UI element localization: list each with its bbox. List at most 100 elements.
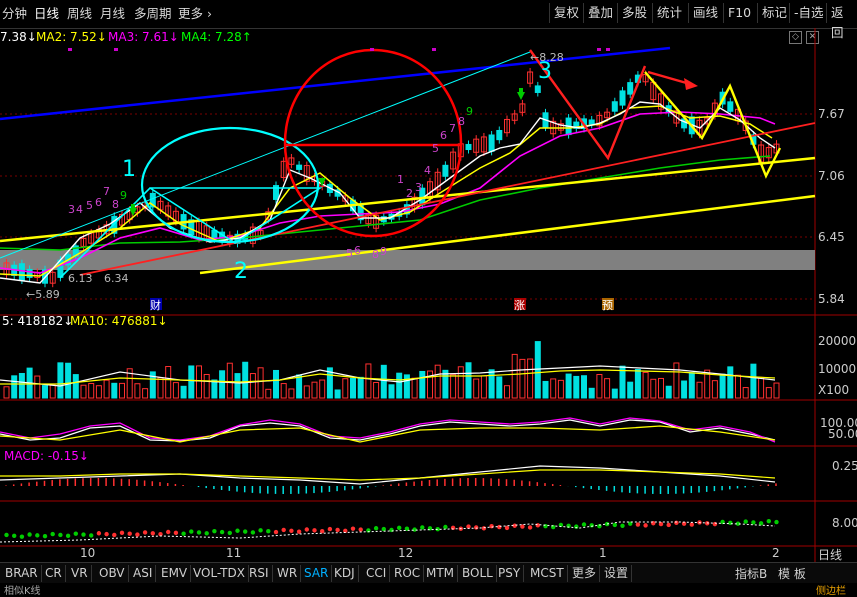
- multi-stock-button[interactable]: 多股: [617, 3, 651, 23]
- tab-roc[interactable]: ROC: [391, 565, 425, 582]
- similar-kline-label[interactable]: 相似K线: [4, 582, 41, 597]
- volume-bar: [334, 389, 341, 399]
- svg-text:3: 3: [68, 203, 75, 216]
- indicator-b-button[interactable]: 指标B: [735, 565, 767, 582]
- marker-cai: 财: [150, 298, 161, 312]
- tab-obv[interactable]: OBV: [96, 565, 129, 582]
- sar-dot: [112, 532, 117, 538]
- tab-vr[interactable]: VR: [68, 565, 92, 582]
- template-button[interactable]: 模 板: [778, 565, 806, 582]
- volume-bar: [527, 358, 534, 399]
- svg-text:4: 4: [424, 164, 431, 177]
- svg-text:4: 4: [76, 203, 83, 216]
- volume-bar: [765, 387, 772, 399]
- watchlist-button[interactable]: -自选: [789, 3, 828, 23]
- sar-dot: [219, 529, 225, 535]
- svg-text:8: 8: [112, 198, 119, 211]
- period-minute[interactable]: 分钟: [2, 5, 27, 23]
- period-month[interactable]: 月线: [100, 5, 125, 23]
- volume-bar: [496, 376, 503, 399]
- overlay-button[interactable]: 叠加: [583, 3, 617, 23]
- mark-button[interactable]: 标记: [757, 3, 791, 23]
- candle: [588, 115, 595, 129]
- date-tick-dec: 12: [398, 546, 414, 560]
- tab-cci[interactable]: CCI: [363, 565, 391, 582]
- sar-dot: [658, 521, 664, 527]
- back-button[interactable]: 返回: [826, 3, 857, 40]
- tab-cr[interactable]: CR: [42, 565, 66, 582]
- candle: [627, 78, 634, 99]
- sar-dot: [104, 531, 109, 537]
- period-multi[interactable]: 多周期: [134, 5, 172, 23]
- volume-bar: [196, 365, 202, 399]
- adjust-button[interactable]: 复权: [549, 3, 583, 23]
- tab-asi[interactable]: ASI: [130, 565, 157, 582]
- volume-bar: [42, 385, 48, 399]
- sar-dot: [89, 533, 94, 538]
- day-line-button[interactable]: 日线: [818, 546, 842, 563]
- date-tick-nov: 11: [226, 546, 242, 560]
- volume-bar: [219, 370, 226, 399]
- tab-wr[interactable]: WR: [274, 565, 302, 582]
- volume-bar: [303, 385, 310, 399]
- macd-dea-line: [0, 469, 776, 481]
- volume-bar: [627, 381, 634, 399]
- sar-dot: [589, 523, 594, 528]
- sar-dot: [19, 534, 25, 539]
- sar-dot: [766, 518, 771, 524]
- statistics-button[interactable]: 统计: [652, 3, 686, 23]
- sar-dot: [173, 530, 179, 536]
- sar-dot: [304, 527, 309, 532]
- sar-dot: [751, 520, 756, 525]
- volume-bar: [565, 373, 572, 399]
- sar-dot: [227, 530, 232, 536]
- vol-tick-2: 10000: [818, 362, 857, 376]
- sar-dots: [4, 518, 779, 539]
- sidebar-toggle[interactable]: 侧边栏: [816, 582, 846, 597]
- f10-button[interactable]: F10: [723, 3, 755, 23]
- tab--[interactable]: 设置: [601, 565, 633, 582]
- tab-brar[interactable]: BRAR: [2, 565, 42, 582]
- volume-bar: [642, 371, 649, 399]
- volume-bar: [750, 363, 757, 399]
- volume-bar: [265, 388, 272, 399]
- volume-bar: [665, 385, 672, 399]
- tab-vol-tdx[interactable]: VOL-TDX: [190, 565, 249, 582]
- sar-dot: [50, 531, 55, 537]
- sar-dot: [312, 528, 317, 533]
- draw-line-button[interactable]: 画线: [688, 3, 722, 23]
- volume-bar: [634, 368, 641, 399]
- tab--[interactable]: 更多: [569, 565, 601, 582]
- tab-mtm[interactable]: MTM: [423, 565, 459, 582]
- sar-dot: [189, 529, 194, 534]
- price-tick-2: 7.06: [818, 169, 845, 183]
- volume-bar: [157, 377, 164, 399]
- tab-rsi[interactable]: RSI: [246, 565, 273, 582]
- sar-dot: [212, 528, 217, 534]
- svg-text:8: 8: [372, 248, 379, 261]
- volume-bar: [673, 362, 680, 399]
- tab-mcst[interactable]: MCST: [527, 565, 568, 582]
- sar-dot: [643, 523, 648, 528]
- period-day[interactable]: 日线: [34, 5, 59, 23]
- volume-bar: [457, 366, 464, 399]
- sar-dot: [620, 523, 625, 528]
- price-label-634: 6.34: [104, 272, 129, 285]
- period-week[interactable]: 周线: [67, 5, 92, 23]
- sar-dot: [127, 531, 132, 536]
- tab-psy[interactable]: PSY: [495, 565, 525, 582]
- sar-dot: [58, 532, 63, 538]
- wave-2-label: 2: [234, 259, 248, 284]
- volume-bar: [711, 380, 718, 399]
- tab-kdj[interactable]: KDJ: [331, 565, 359, 582]
- volume-bar: [103, 379, 110, 399]
- tab-emv[interactable]: EMV: [158, 565, 192, 582]
- period-more[interactable]: 更多 ›: [178, 5, 212, 23]
- volume-bar: [758, 376, 765, 399]
- tab-sar[interactable]: SAR: [301, 565, 333, 582]
- sar-dot: [335, 527, 340, 533]
- candle: [149, 189, 156, 211]
- marker-zhang: 涨: [514, 299, 525, 312]
- tab-boll[interactable]: BOLL: [459, 565, 497, 582]
- sar-dot: [527, 525, 533, 530]
